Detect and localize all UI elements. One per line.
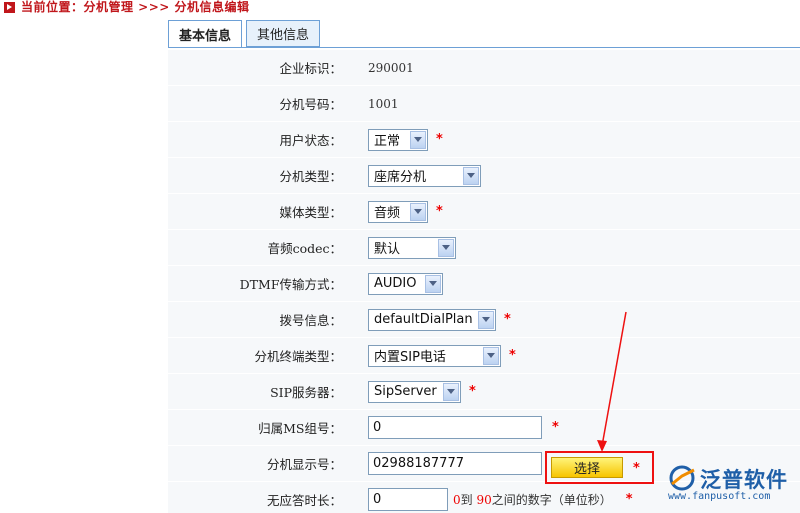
required-marker: * bbox=[436, 132, 443, 147]
extension-type-label: 分机类型： bbox=[279, 169, 342, 184]
audio-codec-label: 音频codec： bbox=[267, 241, 342, 256]
no-answer-timeout-input[interactable]: 0 bbox=[368, 488, 448, 511]
chevron-down-icon bbox=[438, 238, 454, 257]
hint-suffix: 之间的数字（单位秒） bbox=[491, 493, 612, 507]
row-ms-group: 归属MS组号： 0 * bbox=[168, 410, 800, 445]
required-marker: * bbox=[625, 492, 633, 507]
tab-divider bbox=[168, 47, 800, 48]
sip-server-label: SIP服务器： bbox=[270, 385, 342, 400]
terminal-type-value: 内置SIP电话 bbox=[374, 350, 446, 365]
choose-button[interactable]: 选择 bbox=[551, 457, 623, 478]
media-type-label: 媒体类型： bbox=[279, 205, 342, 220]
ms-group-label: 归属MS组号： bbox=[258, 421, 342, 436]
required-marker: * bbox=[509, 348, 516, 363]
row-terminal-type: 分机终端类型： 内置SIP电话 * bbox=[168, 338, 800, 373]
required-marker: * bbox=[504, 312, 511, 327]
hint-max: 90 bbox=[476, 493, 492, 507]
user-status-value: 正常 bbox=[374, 134, 401, 149]
row-enterprise-id: 企业标识： 290001 bbox=[168, 50, 800, 85]
audio-codec-select[interactable]: 默认 bbox=[368, 236, 456, 259]
extension-type-value: 座席分机 bbox=[374, 170, 427, 185]
required-marker: * bbox=[552, 420, 559, 435]
ms-group-input[interactable]: 0 bbox=[368, 416, 542, 439]
hint-min: 0 bbox=[453, 493, 461, 507]
user-status-select[interactable]: 正常 bbox=[368, 128, 428, 151]
tab-other-info[interactable]: 其他信息 bbox=[246, 20, 321, 47]
breadcrumb-text: 当前位置：分机管理 >>> 分机信息编辑 bbox=[21, 0, 250, 14]
chevron-down-icon bbox=[483, 346, 499, 365]
timeout-hint: 0到 90之间的数字（单位秒） bbox=[453, 491, 612, 508]
chevron-down-icon bbox=[478, 310, 494, 329]
dial-info-select[interactable]: defaultDialPlan bbox=[368, 308, 496, 331]
display-number-input[interactable]: 02988187777 bbox=[368, 452, 542, 475]
chevron-down-icon bbox=[463, 166, 479, 185]
tab-basic-info[interactable]: 基本信息 bbox=[168, 20, 243, 48]
dtmf-mode-value: AUDIO bbox=[374, 276, 417, 291]
breadcrumb: 当前位置：分机管理 >>> 分机信息编辑 bbox=[0, 0, 250, 14]
row-audio-codec: 音频codec： 默认 bbox=[168, 230, 800, 265]
row-media-type: 媒体类型： 音频 * bbox=[168, 194, 800, 229]
media-type-select[interactable]: 音频 bbox=[368, 200, 428, 223]
hint-to: 到 bbox=[460, 493, 473, 507]
chevron-down-icon bbox=[410, 202, 426, 221]
no-answer-timeout-label: 无应答时长： bbox=[266, 493, 342, 508]
location-arrow-icon bbox=[4, 1, 15, 13]
dtmf-mode-label: DTMF传输方式： bbox=[239, 277, 342, 292]
watermark-name: 泛普软件 bbox=[700, 468, 788, 492]
required-marker: * bbox=[469, 384, 476, 399]
tab-bar: 基本信息 其他信息 bbox=[168, 20, 324, 48]
enterprise-id-value: 290001 bbox=[368, 60, 414, 75]
extension-number-value: 1001 bbox=[368, 96, 399, 111]
row-extension-type: 分机类型： 座席分机 bbox=[168, 158, 800, 193]
choose-button-highlight: 选择 * bbox=[545, 451, 654, 484]
dial-info-value: defaultDialPlan bbox=[374, 312, 473, 327]
terminal-type-select[interactable]: 内置SIP电话 bbox=[368, 344, 501, 367]
display-number-label: 分机显示号： bbox=[266, 457, 342, 472]
row-sip-server: SIP服务器： SipServer * bbox=[168, 374, 800, 409]
audio-codec-value: 默认 bbox=[374, 242, 401, 257]
dtmf-mode-select[interactable]: AUDIO bbox=[368, 272, 443, 295]
sip-server-select[interactable]: SipServer bbox=[368, 380, 461, 403]
dial-info-label: 拨号信息： bbox=[279, 313, 342, 328]
sip-server-value: SipServer bbox=[374, 384, 437, 399]
required-marker: * bbox=[633, 461, 640, 476]
extension-type-select[interactable]: 座席分机 bbox=[368, 164, 481, 187]
watermark-url: www.fanpusoft.com bbox=[668, 491, 771, 502]
media-type-value: 音频 bbox=[374, 206, 401, 221]
row-user-status: 用户状态： 正常 * bbox=[168, 122, 800, 157]
enterprise-id-label: 企业标识： bbox=[279, 61, 342, 76]
chevron-down-icon bbox=[425, 274, 441, 293]
extension-number-label: 分机号码： bbox=[279, 97, 342, 112]
row-dial-info: 拨号信息： defaultDialPlan * bbox=[168, 302, 800, 337]
chevron-down-icon bbox=[410, 130, 426, 149]
required-marker: * bbox=[436, 204, 443, 219]
user-status-label: 用户状态： bbox=[279, 133, 342, 148]
row-extension-number: 分机号码： 1001 bbox=[168, 86, 800, 121]
watermark-logo: 泛普软件 www.fanpusoft.com bbox=[668, 462, 800, 504]
terminal-type-label: 分机终端类型： bbox=[254, 349, 342, 364]
fanpu-logo-icon bbox=[669, 465, 695, 491]
chevron-down-icon bbox=[443, 382, 459, 401]
row-dtmf-mode: DTMF传输方式： AUDIO bbox=[168, 266, 800, 301]
